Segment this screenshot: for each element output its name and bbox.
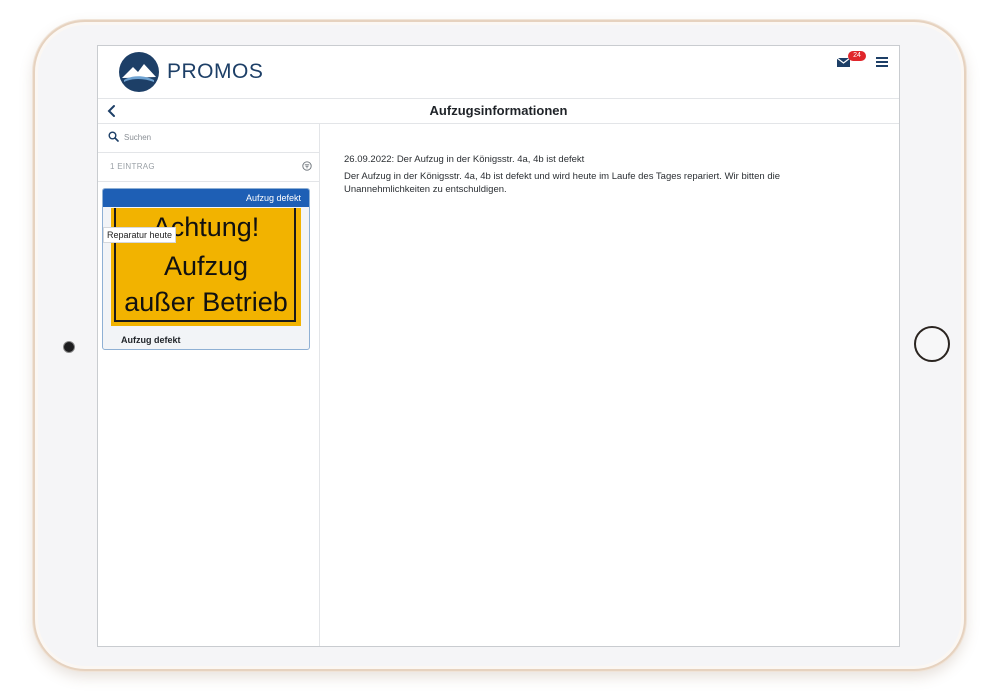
title-bar: Aufzugsinformationen <box>98 99 899 124</box>
card-status-bar: Aufzug defekt <box>103 189 309 207</box>
news-card[interactable]: Aufzug defekt Achtung! Aufzug außer Betr… <box>102 188 310 350</box>
entry-count-label: 1 EINTRAG <box>110 162 155 171</box>
card-title: Aufzug defekt <box>121 335 181 345</box>
camera-icon <box>63 341 75 353</box>
sign-line-2: Aufzug <box>163 251 249 281</box>
sign-line-3: außer Betrieb <box>124 287 288 317</box>
brand-name: PROMOS <box>167 60 264 83</box>
news-body: Der Aufzug in der Königsstr. 4a, 4b ist … <box>344 171 781 195</box>
mail-count-badge: 24 <box>848 51 866 61</box>
app-screen: PROMOS 24 Aufzugsinformationen 1 EINTRAG <box>97 45 900 647</box>
search-icon <box>108 131 119 142</box>
news-heading: 26.09.2022: Der Aufzug in der Königsstr.… <box>344 154 585 165</box>
page-title: Aufzugsinformationen <box>429 103 568 118</box>
entry-count-row: 1 EINTRAG <box>98 153 319 182</box>
search-input[interactable] <box>124 130 304 144</box>
detail-pane: 26.09.2022: Der Aufzug in der Königsstr.… <box>320 124 899 646</box>
filter-circle-icon[interactable] <box>302 161 312 171</box>
card-status-label: Aufzug defekt <box>245 193 301 203</box>
card-tooltip: Reparatur heute <box>103 227 177 243</box>
home-button[interactable] <box>914 326 950 362</box>
app-header: PROMOS 24 <box>98 46 899 99</box>
mountain-logo-icon[interactable] <box>118 51 160 93</box>
hamburger-menu-icon[interactable] <box>876 57 888 67</box>
sidebar: 1 EINTRAG Aufzug defekt Achtung! Aufzug … <box>98 124 320 646</box>
card-image: Achtung! Aufzug außer Betrieb <box>111 208 301 326</box>
search-bar <box>98 124 319 153</box>
